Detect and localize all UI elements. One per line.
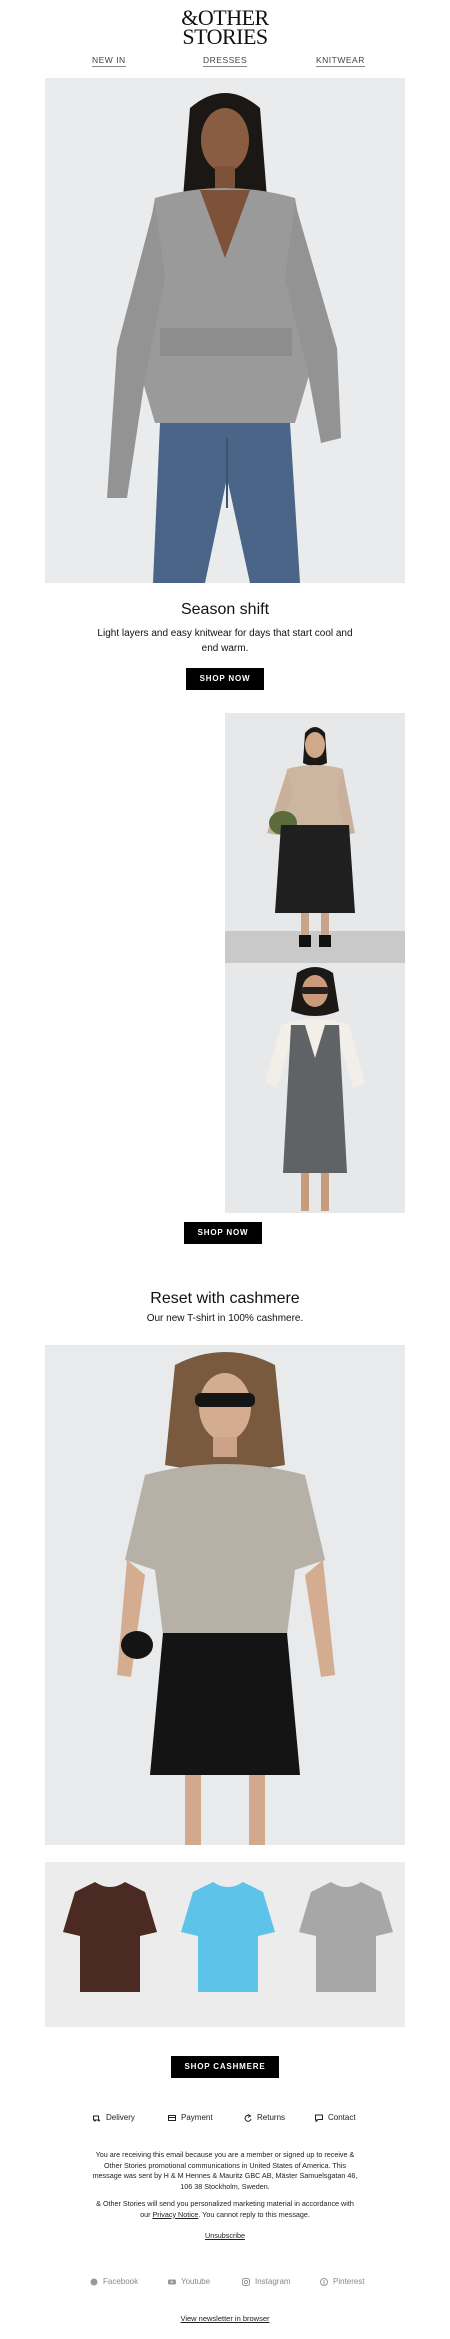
legal-text-membership: You are receiving this email because you…	[92, 2150, 358, 2191]
shop-cashmere-button[interactable]: SHOP CASHMERE	[171, 2056, 279, 2078]
footer-link-contact-label: Contact	[328, 2113, 356, 2122]
section-title-cashmere: Reset with cashmere	[150, 1290, 300, 1307]
section-body-season-shift: Light layers and easy knitwear for days …	[97, 628, 353, 654]
shop-now-button-1[interactable]: SHOP NOW	[186, 668, 264, 690]
delivery-icon	[93, 2114, 101, 2122]
instagram-icon	[242, 2277, 250, 2286]
unsubscribe-link[interactable]: Unsubscribe	[90, 2231, 360, 2242]
pinterest-icon	[320, 2277, 328, 2286]
social-pinterest-label: Pinterest	[333, 2277, 365, 2286]
social-youtube-label: Youtube	[181, 2277, 211, 2286]
section-title-season-shift: Season shift	[180, 601, 270, 618]
footer-link-returns[interactable]: Returns	[244, 2113, 285, 2122]
view-in-browser-link[interactable]: View newsletter in browser	[0, 2314, 450, 2323]
cashmere-tee-colorways	[45, 1862, 405, 2027]
social-facebook-label: Facebook	[103, 2277, 139, 2286]
tee-blue[interactable]	[181, 1882, 275, 1992]
youtube-icon	[168, 2278, 176, 2286]
footer-link-payment-label: Payment	[181, 2113, 213, 2122]
social-instagram[interactable]: Instagram	[242, 2277, 291, 2286]
card-icon	[168, 2114, 176, 2122]
returns-icon	[244, 2113, 252, 2122]
nav-dresses[interactable]: DRESSES	[203, 55, 248, 67]
hero-photo-season-shift[interactable]	[45, 78, 405, 583]
social-pinterest[interactable]: Pinterest	[320, 2277, 365, 2286]
footer-link-delivery-label: Delivery	[106, 2113, 135, 2122]
section-body-cashmere: Our new T-shirt in 100% cashmere.	[146, 1313, 304, 1324]
product-photo-pinafore-dress[interactable]	[225, 963, 405, 1213]
legal-text-privacy-post: . You cannot reply to this message.	[198, 2209, 310, 2219]
nav-knitwear[interactable]: KNITWEAR	[316, 55, 365, 67]
legal-text-privacy: & Other Stories will send you personaliz…	[90, 2199, 360, 2220]
footer-link-returns-label: Returns	[257, 2113, 286, 2122]
chat-icon	[315, 2114, 323, 2123]
tee-brown[interactable]	[63, 1882, 157, 1992]
facebook-icon	[90, 2278, 98, 2286]
product-photo-cardigan-skirt[interactable]	[225, 713, 405, 963]
nav-new-in[interactable]: NEW IN	[92, 55, 126, 67]
hero-photo-cashmere-tee[interactable]	[45, 1345, 405, 1845]
social-instagram-label: Instagram	[255, 2277, 291, 2286]
footer-link-payment[interactable]: Payment	[168, 2113, 213, 2122]
shop-now-button-2[interactable]: SHOP NOW	[184, 1222, 262, 1244]
social-facebook[interactable]: Facebook	[90, 2277, 138, 2286]
footer-link-delivery[interactable]: Delivery	[93, 2113, 135, 2122]
privacy-notice-link[interactable]: Privacy Notice	[152, 2210, 198, 2219]
brand-logo[interactable]: &OTHER STORIES	[0, 7, 450, 49]
footer-link-contact[interactable]: Contact	[315, 2113, 356, 2123]
logo-line-2: STORIES	[182, 24, 268, 49]
social-youtube[interactable]: Youtube	[168, 2277, 210, 2286]
tee-grey[interactable]	[299, 1882, 393, 1992]
